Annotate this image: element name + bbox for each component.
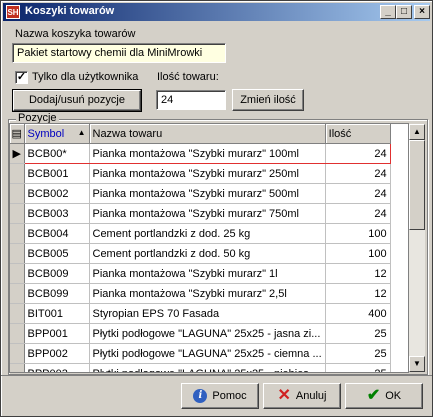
cell-quantity: 12 <box>325 283 391 304</box>
checkmark-icon: ✔ <box>366 387 381 405</box>
row-indicator[interactable] <box>10 223 25 244</box>
table-row[interactable]: ▶ BCB00* Pianka montażowa "Szybki murarz" … <box>10 143 391 164</box>
button-bar-separator <box>1 375 432 376</box>
title-bar[interactable]: SH Koszyki towarów _ □ × <box>3 3 430 21</box>
cell-symbol: BCB009 <box>24 263 90 284</box>
column-header-quantity[interactable]: Ilość <box>325 124 391 144</box>
table-row[interactable]: BIT001 Styropian EPS 70 Fasada 400 <box>10 303 391 324</box>
table-row[interactable]: BCB002 Pianka montażowa "Szybki murarz" 5… <box>10 183 391 204</box>
table-row[interactable]: BCB001 Pianka montażowa "Szybki murarz" 2… <box>10 163 391 184</box>
row-indicator[interactable] <box>10 183 25 204</box>
cell-symbol: BCB00* <box>24 143 90 164</box>
cell-name: Pianka montażowa "Szybki murarz" 750ml <box>89 203 326 224</box>
table-row[interactable]: BPP002 Płytki podłogowe "LAGUNA" 25x25 - … <box>10 343 391 364</box>
grid-header-row: ▤ Symbol ▲ Nazwa towaru Ilość <box>10 124 391 144</box>
row-indicator[interactable] <box>10 343 25 364</box>
cell-symbol: BCB001 <box>24 163 90 184</box>
cell-name: Płytki podłogowe "LAGUNA" 25x25 - niebie… <box>89 363 326 372</box>
sort-ascending-icon: ▲ <box>77 127 86 137</box>
cell-quantity: 25 <box>325 363 391 372</box>
row-indicator[interactable] <box>10 283 25 304</box>
cell-name: Płytki podłogowe "LAGUNA" 25x25 - jasna … <box>89 323 326 344</box>
cell-symbol: BCB003 <box>24 203 90 224</box>
row-indicator[interactable] <box>10 363 25 372</box>
column-header-symbol[interactable]: Symbol ▲ <box>24 124 90 144</box>
cell-symbol: BCB099 <box>24 283 90 304</box>
basket-name-label: Nazwa koszyka towarów <box>15 28 136 40</box>
minimize-button[interactable]: _ <box>380 5 396 19</box>
quantity-input[interactable]: 24 <box>156 90 226 110</box>
row-indicator[interactable] <box>10 203 25 224</box>
cell-quantity: 25 <box>325 323 391 344</box>
grid-vertical-scrollbar[interactable]: ▲ ▼ <box>409 124 425 372</box>
table-row[interactable]: BCB004 Cement portlandzki z dod. 25 kg 100 <box>10 223 391 244</box>
add-remove-items-button[interactable]: Dodaj/usuń pozycje <box>12 89 142 112</box>
cell-quantity: 25 <box>325 343 391 364</box>
row-indicator[interactable] <box>10 243 25 264</box>
positions-grid[interactable]: ▤ Symbol ▲ Nazwa towaru Ilość ▶ BCB00* Pia… <box>9 123 409 373</box>
cell-quantity: 24 <box>325 183 391 204</box>
table-row[interactable]: BCB005 Cement portlandzki z dod. 50 kg 100 <box>10 243 391 264</box>
cell-symbol: BCB004 <box>24 223 90 244</box>
cell-symbol: BPP001 <box>24 323 90 344</box>
scroll-up-icon[interactable]: ▲ <box>409 124 425 140</box>
only-user-checkbox[interactable]: ✓ <box>15 71 28 84</box>
cell-quantity: 24 <box>325 203 391 224</box>
cell-name: Pianka montażowa "Szybki murarz" 2,5l <box>89 283 326 304</box>
column-header-name[interactable]: Nazwa towaru <box>89 124 326 144</box>
cell-symbol: BCB002 <box>24 183 90 204</box>
cell-symbol: BIT001 <box>24 303 90 324</box>
help-button[interactable]: i Pomoc <box>181 383 259 409</box>
close-button[interactable]: × <box>414 5 430 19</box>
cell-name: Pianka montażowa "Szybki murarz" 250ml <box>89 163 326 184</box>
row-indicator[interactable] <box>10 263 25 284</box>
cell-symbol: BPP002 <box>24 343 90 364</box>
window: SH Koszyki towarów _ □ × Nazwa koszyka t… <box>0 0 433 417</box>
cell-quantity: 400 <box>325 303 391 324</box>
cell-name: Pianka montażowa "Szybki murarz" 500ml <box>89 183 326 204</box>
cell-quantity: 12 <box>325 263 391 284</box>
cell-name: Pianka montażowa "Szybki murarz" 100ml <box>89 143 326 164</box>
table-row[interactable]: BCB009 Pianka montażowa "Szybki murarz" 1… <box>10 263 391 284</box>
window-title: Koszyki towarów <box>25 5 115 17</box>
scroll-down-icon[interactable]: ▼ <box>409 356 425 372</box>
row-indicator[interactable] <box>10 303 25 324</box>
table-row[interactable]: BPP003Płytki podłogowe "LAGUNA" 25x25 - … <box>10 363 391 372</box>
cell-symbol: BCB005 <box>24 243 90 264</box>
basket-name-input[interactable]: Pakiet startowy chemii dla MiniMrowki <box>12 43 226 63</box>
cell-quantity: 24 <box>325 163 391 184</box>
grid-settings-icon[interactable]: ▤ <box>10 124 25 144</box>
table-row[interactable]: BCB003 Pianka montażowa "Szybki murarz" 7… <box>10 203 391 224</box>
current-row-indicator-icon[interactable]: ▶ <box>10 143 25 164</box>
quantity-label: Ilość towaru: <box>157 71 219 83</box>
info-icon: i <box>193 389 208 404</box>
change-quantity-button[interactable]: Zmień ilość <box>232 89 304 111</box>
cell-name: Styropian EPS 70 Fasada <box>89 303 326 324</box>
table-row[interactable]: BPP001 Płytki podłogowe "LAGUNA" 25x25 - … <box>10 323 391 344</box>
cell-quantity: 100 <box>325 223 391 244</box>
cell-quantity: 100 <box>325 243 391 264</box>
row-indicator[interactable] <box>10 163 25 184</box>
cancel-button[interactable]: ✕ Anuluj <box>263 383 341 409</box>
cell-name: Płytki podłogowe "LAGUNA" 25x25 - ciemna… <box>89 343 326 364</box>
table-row[interactable]: BCB099 Pianka montażowa "Szybki murarz" 2… <box>10 283 391 304</box>
ok-button[interactable]: ✔ OK <box>345 383 423 409</box>
maximize-button[interactable]: □ <box>396 5 412 19</box>
cell-symbol: BPP003 <box>24 363 90 372</box>
cancel-x-icon: ✕ <box>277 387 291 405</box>
row-indicator[interactable] <box>10 323 25 344</box>
cell-name: Cement portlandzki z dod. 25 kg <box>89 223 326 244</box>
cell-quantity: 24 <box>325 143 391 164</box>
cell-name: Cement portlandzki z dod. 50 kg <box>89 243 326 264</box>
only-user-label: Tylko dla użytkownika <box>32 71 139 83</box>
scroll-thumb[interactable] <box>409 140 425 230</box>
app-icon: SH <box>6 5 20 19</box>
cell-name: Pianka montażowa "Szybki murarz" 1l <box>89 263 326 284</box>
